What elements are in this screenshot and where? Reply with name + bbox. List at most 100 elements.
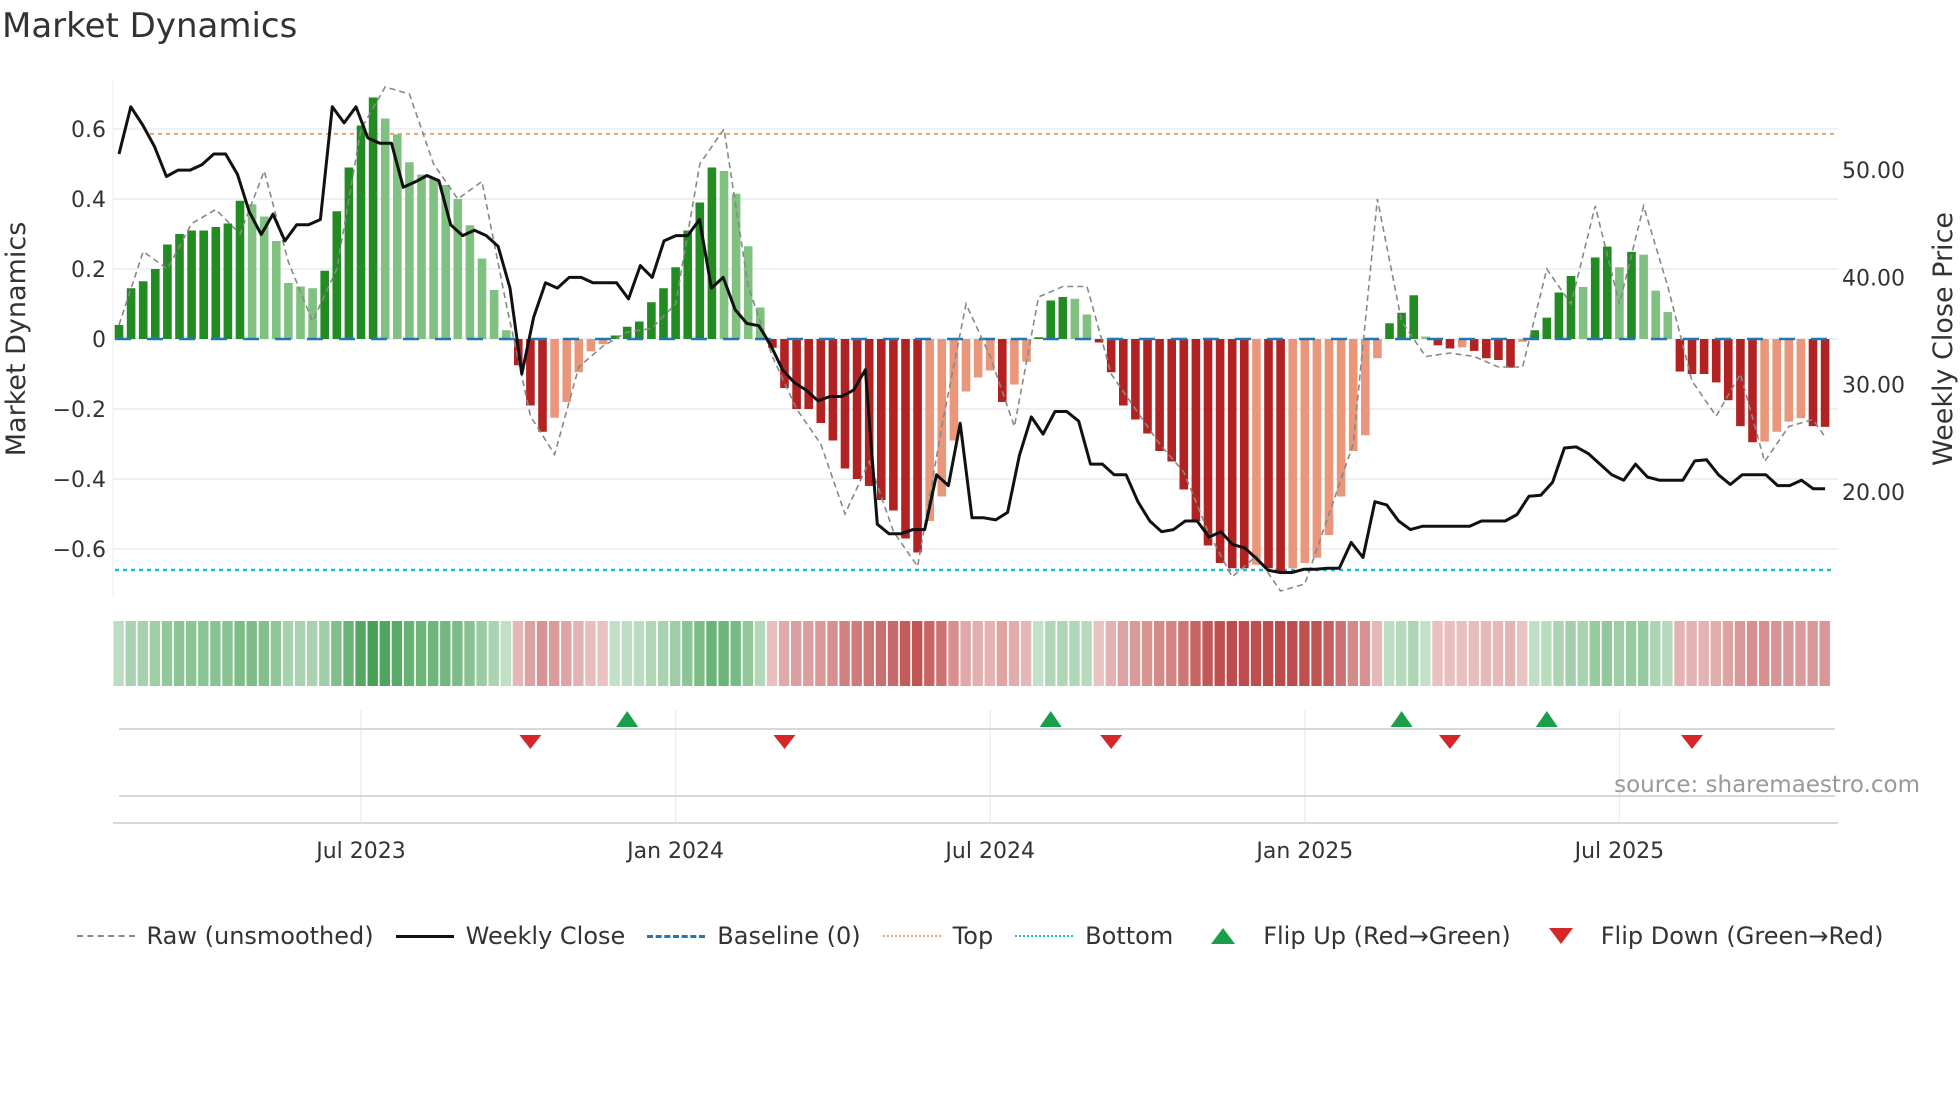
triangle-up-icon (1211, 928, 1236, 944)
regime-strip-cell (682, 621, 693, 686)
regime-strip-cell (1408, 621, 1419, 686)
momentum-bar (683, 230, 692, 339)
regime-strip-cell (319, 621, 330, 686)
momentum-bar (453, 199, 463, 339)
momentum-bar (138, 281, 148, 339)
momentum-bar (175, 234, 184, 339)
y2-tick-label: 50.00 (1842, 159, 1905, 184)
regime-strip-cell (1613, 621, 1625, 686)
regime-strip-cell (1178, 621, 1189, 686)
momentum-bar (489, 290, 499, 339)
regime-strip-cell (1432, 621, 1443, 686)
momentum-bar (1276, 339, 1285, 572)
source-label: source: sharemaestro.com (1614, 772, 1920, 798)
momentum-bar (1699, 339, 1709, 374)
momentum-bar (647, 302, 656, 339)
regime-strip-cell (1625, 621, 1637, 686)
legend-label: Flip Up (Red→Green) (1263, 922, 1511, 950)
regime-strip-cell (706, 621, 717, 686)
legend-label: Weekly Close (465, 922, 626, 950)
momentum-bar (840, 339, 850, 469)
momentum-bar (223, 223, 233, 339)
momentum-bar (659, 288, 668, 339)
momentum-bar (707, 167, 717, 339)
regime-strip-cell (936, 621, 947, 686)
y2-tick-label: 20.00 (1842, 481, 1905, 506)
regime-strip-cell (512, 621, 524, 686)
momentum-bar (272, 241, 281, 339)
momentum-bar (114, 325, 124, 339)
flip-up-marker (1535, 711, 1558, 727)
legend-label: Baseline (0) (717, 922, 861, 950)
regime-strip-cell (1166, 621, 1177, 686)
momentum-bar (877, 339, 886, 500)
momentum-bar (1506, 339, 1515, 368)
momentum-bar (1010, 339, 1019, 385)
momentum-bar (1288, 339, 1297, 569)
regime-strip-cell (791, 621, 802, 686)
legend-flip-up: Flip Up (Red→Green) (1195, 922, 1511, 950)
legend-close-swatch (395, 934, 454, 938)
legend-bottom-swatch (1015, 935, 1074, 937)
regime-strip-cell (488, 621, 499, 686)
momentum-bar (1675, 339, 1685, 372)
regime-strip-cell (1347, 621, 1358, 686)
flip-down-marker (1439, 735, 1461, 749)
regime-strip-cell (1480, 621, 1492, 686)
momentum-bar (1385, 323, 1394, 339)
regime-strip-cell (585, 621, 596, 686)
momentum-bar (380, 118, 390, 339)
regime-strip-cell (464, 621, 475, 686)
momentum-bar (780, 339, 789, 388)
momentum-bar (1361, 339, 1370, 436)
regime-strip-cell (670, 621, 681, 686)
momentum-bar (1772, 339, 1781, 432)
regime-strip-cell (924, 621, 935, 686)
regime-strip-cell (609, 621, 620, 686)
momentum-bar (1590, 257, 1600, 339)
regime-strip-cell (1190, 621, 1201, 686)
regime-strip-cell (561, 621, 572, 686)
momentum-bar (1445, 339, 1455, 349)
regime-strip-cell (1541, 621, 1552, 686)
momentum-bar (719, 171, 729, 339)
regime-strip-cell (161, 621, 173, 686)
y2-tick-label: 30.00 (1842, 374, 1905, 399)
regime-strip-cell (1698, 621, 1709, 686)
regime-strip-cell (1456, 621, 1467, 686)
momentum-bar (731, 193, 741, 339)
momentum-bar (1542, 317, 1552, 339)
regime-strip-cell (863, 621, 874, 686)
regime-strip-cell (887, 621, 899, 686)
regime-strip-cell (367, 621, 378, 686)
momentum-bar (1155, 339, 1164, 451)
regime-strip-cell (1807, 621, 1818, 686)
regime-strip-cell (549, 621, 560, 686)
regime-strip-cell (113, 621, 124, 686)
y-tick-label: 0 (92, 328, 106, 353)
regime-strip-cell (694, 621, 705, 686)
momentum-bar (1119, 339, 1128, 406)
legend-baseline-swatch (647, 934, 706, 938)
regime-strip-cell (524, 621, 536, 686)
momentum-bar (1179, 339, 1189, 490)
y-tick-label: 0.2 (71, 258, 106, 283)
regime-strip-cell (1154, 621, 1165, 686)
legend-flip-down: Flip Down (Green→Red) (1533, 922, 1884, 950)
momentum-bar (1808, 339, 1818, 427)
momentum-bar (550, 339, 559, 418)
momentum-bar (405, 162, 414, 339)
momentum-bar (1312, 339, 1322, 558)
legend-raw: Raw (unsmoothed) (76, 922, 374, 950)
regime-strip-cell (778, 621, 790, 686)
regime-strip-cell (657, 621, 669, 686)
regime-strip-cell (1468, 621, 1479, 686)
regime-strip-cell (1311, 621, 1322, 686)
momentum-bar (296, 286, 305, 339)
momentum-bar (429, 178, 438, 339)
momentum-bar (913, 339, 922, 553)
momentum-bar (284, 283, 293, 339)
regime-strip-cell (573, 621, 584, 686)
regime-strip-cell (899, 621, 911, 686)
momentum-bar (889, 339, 898, 511)
